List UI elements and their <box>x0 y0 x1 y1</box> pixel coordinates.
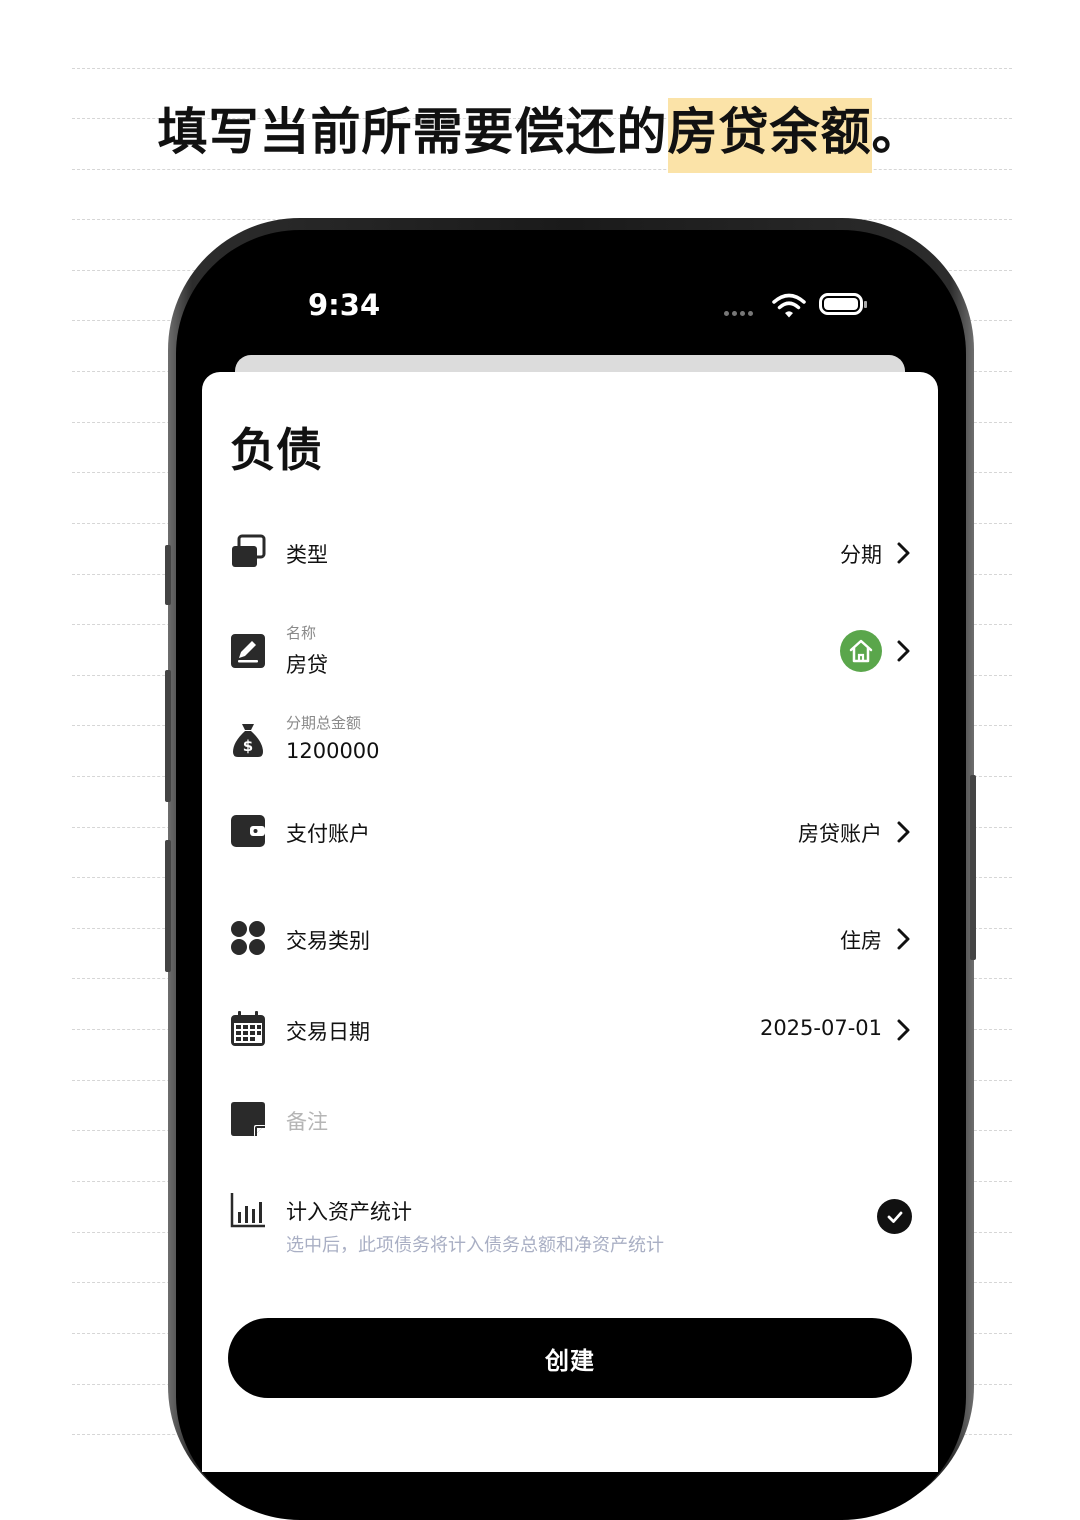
headline: 填写当前所需要偿还的房贷余额。 <box>0 92 1080 173</box>
asset-stats-checkbox[interactable] <box>877 1199 912 1234</box>
liability-sheet <box>202 372 938 1472</box>
category-label: 交易类别 <box>286 929 370 953</box>
phone-power-button <box>970 775 976 960</box>
chevron-right-icon <box>897 1019 910 1041</box>
date-value: 2025-07-01 <box>759 1016 882 1040</box>
total-sublabel: 分期总金额 <box>286 714 362 732</box>
asset-stats-hint: 选中后，此项债务将计入债务总额和净资产统计 <box>286 1235 664 1256</box>
house-icon[interactable] <box>840 630 882 672</box>
asset-stats-label: 计入资产统计 <box>286 1200 412 1224</box>
date-label: 交易日期 <box>286 1020 370 1044</box>
account-label: 支付账户 <box>286 822 370 846</box>
chevron-right-icon <box>897 542 910 564</box>
account-value: 房贷账户 <box>798 822 882 846</box>
money-bag-icon: $ <box>233 724 263 757</box>
phone-mute-switch <box>165 545 171 605</box>
calendar-icon <box>231 1011 265 1046</box>
headline-end: 。 <box>871 102 923 161</box>
page-title: 负债 <box>230 423 322 477</box>
wifi-icon <box>772 293 806 318</box>
name-value: 房贷 <box>286 653 328 677</box>
battery-icon <box>819 293 867 315</box>
headline-text: 填写当前所需要偿还的 <box>157 102 668 161</box>
type-label: 类型 <box>286 543 328 567</box>
category-value: 住房 <box>840 929 882 953</box>
note-input[interactable]: 备注 <box>286 1106 328 1136</box>
phone-volume-down <box>165 840 171 972</box>
edit-icon <box>231 634 265 668</box>
house-glyph-icon <box>849 639 873 663</box>
status-time: 9:34 <box>308 288 381 322</box>
headline-highlight: 房贷余额 <box>667 98 872 173</box>
name-sublabel: 名称 <box>286 624 317 642</box>
create-button[interactable]: 创建 <box>228 1318 912 1398</box>
chevron-right-icon <box>897 821 910 843</box>
bar-chart-icon <box>230 1193 265 1228</box>
svg-text:$: $ <box>243 737 253 755</box>
total-amount-input[interactable]: 1200000 <box>286 739 380 763</box>
checkmark-icon <box>887 1211 902 1223</box>
signal-icon <box>724 311 753 316</box>
chevron-right-icon <box>897 640 910 662</box>
type-value: 分期 <box>840 543 882 567</box>
grid-icon <box>231 921 265 955</box>
chevron-right-icon <box>897 928 910 950</box>
cards-icon <box>232 534 266 567</box>
wallet-icon <box>231 815 265 847</box>
phone-volume-up <box>165 670 171 802</box>
note-icon <box>231 1102 265 1136</box>
